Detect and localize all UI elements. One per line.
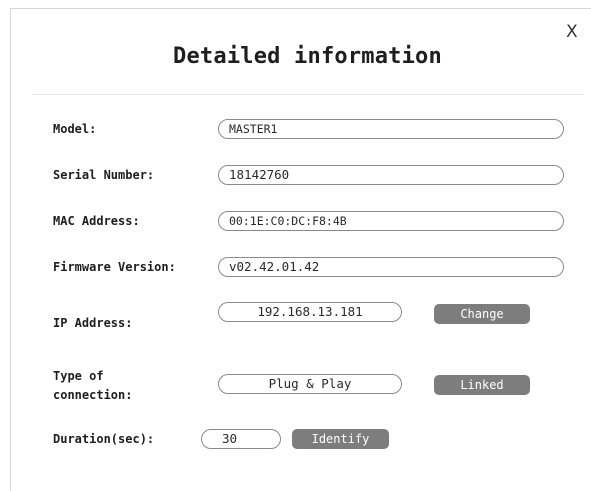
serial-number-field: 18142760 bbox=[218, 165, 564, 185]
identify-button[interactable]: Identify bbox=[292, 429, 389, 449]
duration-input[interactable]: 30 bbox=[201, 429, 281, 449]
ip-address-label: IP Address: bbox=[53, 316, 133, 330]
connection-type-field: Plug & Play bbox=[218, 374, 402, 394]
mac-address-field: 00:1E:C0:DC:F8:4B bbox=[218, 211, 564, 231]
firmware-version-label: Firmware Version: bbox=[53, 260, 176, 274]
connection-type-label-line1: Type of bbox=[53, 369, 104, 383]
change-button[interactable]: Change bbox=[434, 304, 530, 324]
duration-label: Duration(sec): bbox=[53, 432, 155, 446]
title-divider bbox=[32, 94, 583, 95]
model-field: MASTER1 bbox=[218, 119, 564, 139]
linked-button[interactable]: Linked bbox=[434, 375, 530, 395]
detail-dialog bbox=[10, 8, 591, 491]
serial-number-label: Serial Number: bbox=[53, 168, 155, 182]
connection-type-label-line2: connection: bbox=[53, 388, 133, 402]
dialog-title: Detailed information bbox=[173, 44, 442, 69]
model-label: Model: bbox=[53, 122, 97, 136]
firmware-version-field: v02.42.01.42 bbox=[218, 257, 564, 277]
close-icon[interactable]: X bbox=[566, 24, 578, 41]
ip-address-field[interactable]: 192.168.13.181 bbox=[218, 302, 402, 322]
mac-address-label: MAC Address: bbox=[53, 214, 140, 228]
